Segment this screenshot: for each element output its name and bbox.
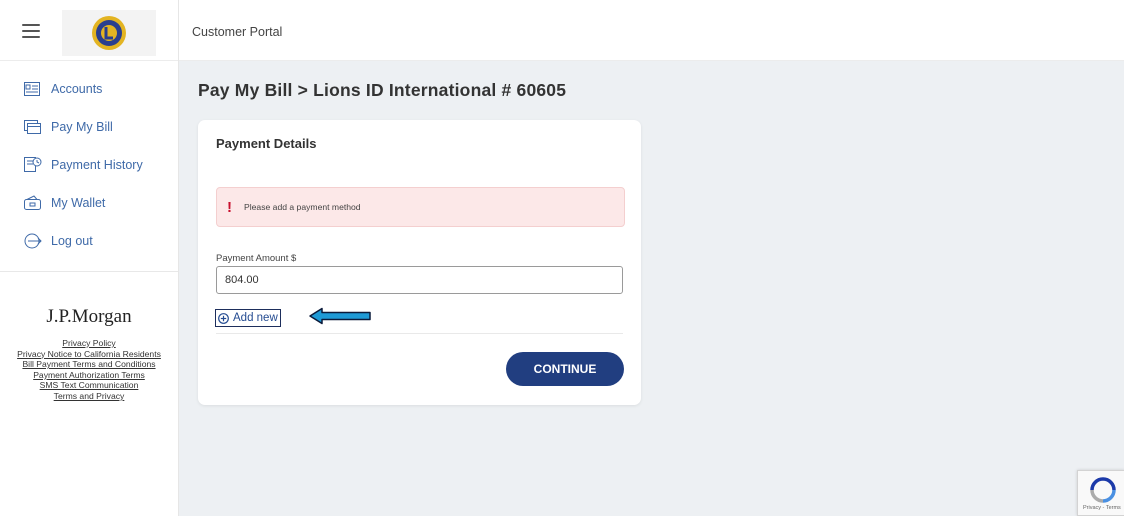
sidebar-item-pay-my-bill[interactable]: Pay My Bill	[0, 108, 178, 146]
wallet-icon	[24, 195, 42, 211]
payment-details-card: Payment Details ! Please add a payment m…	[198, 120, 641, 405]
page-title: Pay My Bill > Lions ID International # 6…	[198, 80, 566, 101]
plus-circle-icon	[218, 312, 229, 324]
sidebar-item-my-wallet[interactable]: My Wallet	[0, 184, 178, 222]
california-privacy-link[interactable]: Privacy Notice to California Residents	[0, 349, 178, 360]
card-divider	[216, 333, 623, 334]
recaptcha-badge[interactable]: Privacy - Terms	[1077, 470, 1124, 516]
lions-logo[interactable]	[62, 10, 156, 56]
payment-amount-label: Payment Amount $	[216, 253, 297, 264]
payment-method-alert: ! Please add a payment method	[216, 187, 625, 227]
sidebar-item-payment-history[interactable]: Payment History	[0, 146, 178, 184]
accounts-icon	[24, 81, 42, 97]
add-new-label: Add new	[233, 312, 278, 324]
pay-bill-icon	[24, 119, 42, 135]
continue-button[interactable]: CONTINUE	[506, 352, 624, 386]
terms-privacy-link[interactable]: Terms and Privacy	[0, 391, 178, 402]
sidebar-item-label: Accounts	[51, 82, 103, 96]
annotation-arrow-icon	[309, 307, 371, 325]
sidebar-item-log-out[interactable]: Log out	[0, 222, 178, 260]
payment-amount-input[interactable]	[216, 266, 623, 294]
sms-communication-link[interactable]: SMS Text Communication	[0, 380, 178, 391]
jpmorgan-branding: J.P.Morgan Privacy Policy Privacy Notice…	[0, 306, 178, 402]
add-new-payment-button[interactable]: Add new	[215, 309, 281, 327]
jpmorgan-logo: J.P.Morgan	[46, 306, 132, 327]
main-content: Pay My Bill > Lions ID International # 6…	[179, 61, 1124, 516]
bill-payment-terms-link[interactable]: Bill Payment Terms and Conditions	[0, 359, 178, 370]
sidebar-item-label: Log out	[51, 234, 93, 248]
lions-emblem-icon	[92, 16, 126, 50]
sidebar-nav: Accounts Pay My Bill Payment History My …	[0, 70, 178, 260]
payment-history-icon	[24, 157, 42, 173]
breadcrumb-root[interactable]: Pay My Bill	[198, 80, 293, 100]
sidebar-divider	[0, 271, 178, 272]
recaptcha-icon	[1090, 477, 1116, 503]
sidebar-header	[0, 0, 178, 61]
sidebar-item-accounts[interactable]: Accounts	[0, 70, 178, 108]
card-title: Payment Details	[216, 136, 317, 151]
portal-title: Customer Portal	[192, 25, 283, 39]
hamburger-menu-icon[interactable]	[22, 24, 40, 38]
payment-authorization-link[interactable]: Payment Authorization Terms	[0, 370, 178, 381]
sidebar-item-label: Payment History	[51, 158, 143, 172]
breadcrumb-separator: >	[297, 80, 309, 100]
logout-icon	[24, 233, 42, 249]
recaptcha-text: Privacy - Terms	[1083, 505, 1121, 511]
footer-links: Privacy Policy Privacy Notice to Califor…	[0, 338, 178, 402]
alert-text: Please add a payment method	[244, 202, 361, 212]
sidebar: Accounts Pay My Bill Payment History My …	[0, 0, 179, 516]
privacy-policy-link[interactable]: Privacy Policy	[0, 338, 178, 349]
sidebar-item-label: My Wallet	[51, 196, 106, 210]
exclamation-icon: !	[227, 198, 232, 216]
sidebar-item-label: Pay My Bill	[51, 120, 113, 134]
top-bar: Customer Portal	[179, 0, 1124, 61]
breadcrumb-current: Lions ID International # 60605	[313, 80, 567, 100]
